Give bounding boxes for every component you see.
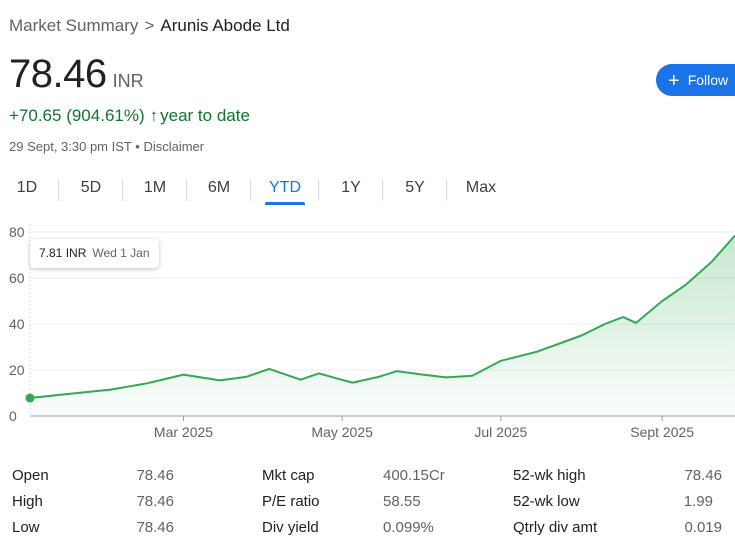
tab-1y[interactable]: 1Y — [326, 179, 376, 197]
breadcrumb-parent-link[interactable]: Market Summary — [9, 16, 138, 35]
range-tabs: 1D 5D 1M 6M YTD 1Y 5Y Max — [0, 172, 735, 208]
price-row: 78.46 INR — [9, 52, 144, 97]
arrow-up-icon: ↑ — [149, 106, 159, 125]
stat-open-value: 78.46 — [136, 467, 174, 484]
stat-open-label: Open — [12, 467, 49, 484]
change-period: year to date — [160, 106, 250, 125]
disclaimer-link[interactable]: Disclaimer — [143, 139, 204, 154]
tab-divider — [122, 179, 123, 201]
tooltip-value: 7.81 INR — [39, 246, 87, 260]
stat-pe-ratio-value: 58.55 — [383, 493, 421, 510]
stat-low-value: 78.46 — [136, 519, 174, 536]
stat-div-yield-label: Div yield — [262, 519, 319, 536]
hover-point-marker — [25, 393, 35, 403]
stat-pe-ratio-label: P/E ratio — [262, 493, 320, 510]
plus-icon: + — [668, 70, 680, 92]
y-tick-label: 80 — [9, 224, 25, 240]
tab-divider — [250, 179, 251, 201]
stat-qtrly-div-value: 0.019 — [684, 519, 722, 536]
tab-ytd[interactable]: YTD — [260, 179, 310, 197]
breadcrumb: Market Summary > Arunis Abode Ltd — [9, 16, 290, 36]
stat-high-label: High — [12, 493, 43, 510]
stat-mkt-cap-value: 400.15Cr — [383, 467, 445, 484]
tab-5y[interactable]: 5Y — [390, 179, 440, 197]
stat-52wk-high-label: 52-wk high — [513, 467, 586, 484]
x-tick-label: Mar 2025 — [154, 424, 213, 440]
breadcrumb-company-name: Arunis Abode Ltd — [160, 16, 290, 35]
quote-timestamp: 29 Sept, 3:30 pm IST — [9, 139, 132, 154]
tooltip-date: Wed 1 Jan — [92, 246, 150, 260]
tab-divider — [446, 179, 447, 201]
stat-div-yield-value: 0.099% — [383, 519, 434, 536]
stat-52wk-low-label: 52-wk low — [513, 493, 580, 510]
x-tick-label: Jul 2025 — [474, 424, 527, 440]
tab-max[interactable]: Max — [456, 179, 506, 197]
stat-qtrly-div-label: Qtrly div amt — [513, 519, 598, 536]
price-change: +70.65 (904.61%) — [9, 106, 145, 125]
y-tick-label: 40 — [9, 316, 25, 332]
y-tick-label: 60 — [9, 270, 25, 286]
tab-1m[interactable]: 1M — [130, 179, 180, 197]
tab-divider — [318, 179, 319, 201]
tab-5d[interactable]: 5D — [66, 179, 116, 197]
chart-tooltip: 7.81 INR Wed 1 Jan — [30, 239, 159, 268]
bullet-separator: • — [135, 139, 140, 154]
tab-divider — [382, 179, 383, 201]
stat-high-value: 78.46 — [136, 493, 174, 510]
price-currency: INR — [112, 71, 144, 91]
stat-52wk-high-value: 78.46 — [684, 467, 722, 484]
follow-button[interactable]: + Follow — [656, 64, 735, 96]
follow-button-label: Follow — [687, 72, 729, 88]
x-tick-label: Sept 2025 — [630, 424, 694, 440]
current-price: 78.46 — [9, 52, 107, 96]
stat-52wk-low-value: 1.99 — [683, 493, 713, 510]
tab-divider — [186, 179, 187, 201]
x-tick-label: May 2025 — [311, 424, 373, 440]
tab-divider — [58, 179, 59, 201]
timestamp-row: 29 Sept, 3:30 pm IST • Disclaimer — [9, 139, 204, 154]
tab-1d[interactable]: 1D — [2, 179, 52, 197]
stat-low-label: Low — [12, 519, 40, 536]
tab-6m[interactable]: 6M — [194, 179, 244, 197]
breadcrumb-separator: > — [144, 16, 155, 35]
stat-mkt-cap-label: Mkt cap — [262, 467, 315, 484]
active-tab-indicator — [265, 202, 305, 205]
y-tick-label: 0 — [9, 408, 17, 424]
price-change-row: +70.65 (904.61%) ↑ year to date — [9, 106, 250, 126]
y-tick-label: 20 — [9, 362, 25, 378]
